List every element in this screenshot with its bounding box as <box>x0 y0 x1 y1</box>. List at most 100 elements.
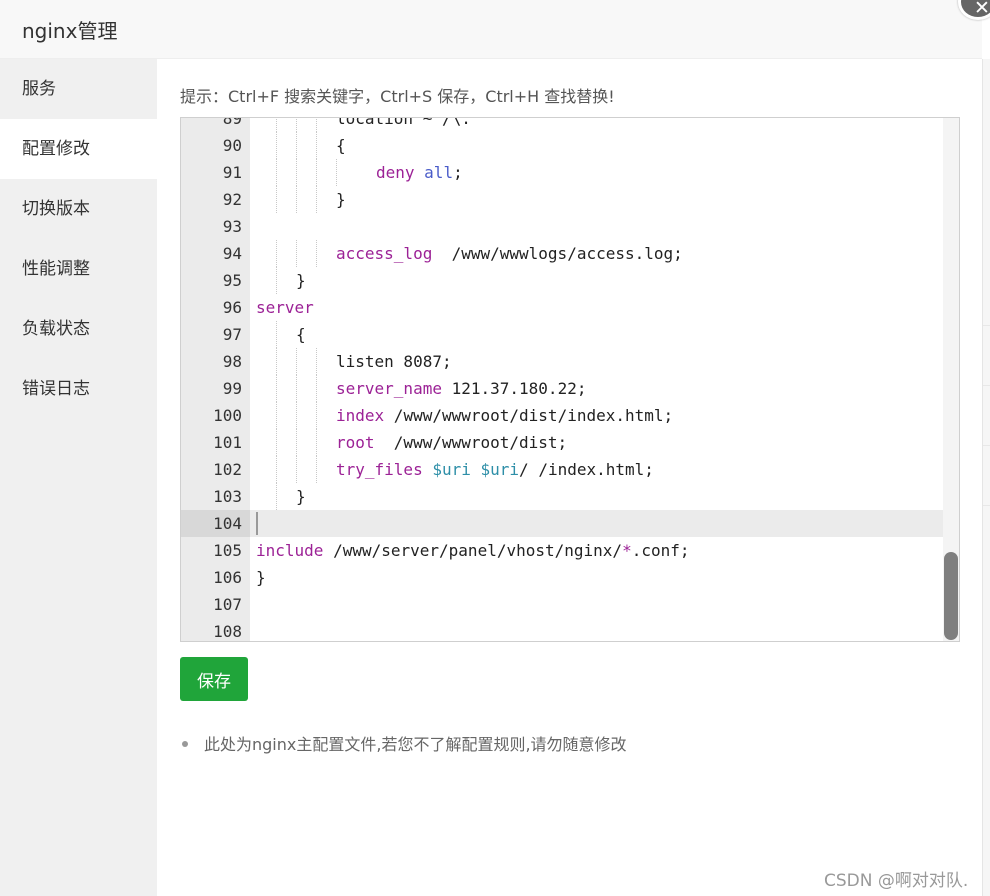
line-number: 107 <box>213 595 242 614</box>
code-line[interactable]: 101 root /www/wwwroot/dist; <box>181 429 959 456</box>
code-line[interactable]: 90 { <box>181 132 959 159</box>
indent-guide <box>316 456 317 483</box>
line-number: 108 <box>213 622 242 641</box>
sidebar: 服务 配置修改 切换版本 性能调整 负载状态 错误日志 <box>0 59 157 896</box>
code-keyword: try_files <box>336 460 423 479</box>
close-icon: ✕ <box>974 0 990 19</box>
indent-guide <box>276 159 277 186</box>
code-line[interactable]: 98 listen 8087; <box>181 348 959 375</box>
code-plain: /www/wwwroot/dist; <box>374 433 568 452</box>
code-plain: } <box>256 568 266 587</box>
sidebar-item-error-log[interactable]: 错误日志 <box>0 359 157 419</box>
divider <box>983 445 990 446</box>
code-line[interactable]: 95} <box>181 267 959 294</box>
code-keyword: access_log <box>336 244 433 263</box>
code-plain: { <box>296 325 306 344</box>
editor-scrollbar[interactable] <box>943 118 959 641</box>
code-line[interactable]: 92} <box>181 186 959 213</box>
indent-guide <box>296 348 297 375</box>
code-keyword: server <box>256 298 314 317</box>
code-line[interactable]: 103} <box>181 483 959 510</box>
indent-guide <box>276 375 277 402</box>
code-line[interactable]: 93 <box>181 213 959 240</box>
line-number: 90 <box>222 136 242 155</box>
code-plain: } <box>296 271 306 290</box>
code-lines: 89 location ~ /\. 90{91 deny all; 92} 93 94 acc… <box>181 117 959 641</box>
indent-guide <box>316 348 317 375</box>
line-number: 93 <box>222 217 242 236</box>
code-keyword: server_name <box>336 379 442 398</box>
line-number: 102 <box>213 460 242 479</box>
line-number: 99 <box>222 379 242 398</box>
code-line[interactable]: 105 include /www/server/panel/vhost/nginx… <box>181 537 959 564</box>
indent-guide <box>296 429 297 456</box>
sidebar-item-switch-version[interactable]: 切换版本 <box>0 179 157 239</box>
code-plain: listen 8087; <box>336 352 452 371</box>
indent-guide <box>276 429 277 456</box>
code-keyword: index <box>336 406 385 425</box>
indent-guide <box>276 321 277 348</box>
code-plain: location ~ /\. <box>336 117 471 128</box>
line-number: 95 <box>222 271 242 290</box>
code-text: { <box>296 321 306 348</box>
bullet-icon <box>182 740 188 747</box>
code-text: } <box>296 483 306 510</box>
indent-guide <box>296 186 297 213</box>
indent-guide <box>296 402 297 429</box>
sidebar-item-load-status[interactable]: 负载状态 <box>0 299 157 359</box>
shortcut-hint: 提示：Ctrl+F 搜索关键字，Ctrl+S 保存，Ctrl+H 查找替换! <box>180 87 615 106</box>
code-plain: 121.37.180.22; <box>441 379 587 398</box>
code-text: server <box>256 294 314 321</box>
indent-guide <box>296 132 297 159</box>
indent-guide <box>276 240 277 267</box>
indent-guide <box>316 132 317 159</box>
code-line[interactable]: 100 index /www/wwwroot/dist/index.html; <box>181 402 959 429</box>
code-value: all <box>424 163 454 182</box>
code-text: access_log /www/wwwlogs/access.log; <box>336 240 683 267</box>
line-number: 94 <box>222 244 242 263</box>
code-line[interactable]: 96 server <box>181 294 959 321</box>
code-line[interactable]: 97 { <box>181 321 959 348</box>
background-page-edge <box>982 59 990 896</box>
indent-guide <box>316 159 317 186</box>
code-line[interactable]: 107 <box>181 591 959 618</box>
code-keyword: root <box>336 433 375 452</box>
code-line[interactable]: 104 <box>181 510 959 537</box>
save-button[interactable]: 保存 <box>180 657 248 701</box>
code-editor[interactable]: 89 location ~ /\. 90{91 deny all; 92} 93 94 acc… <box>180 117 960 642</box>
divider <box>983 505 990 506</box>
line-number: 89 <box>222 117 242 128</box>
indent-guide <box>316 402 317 429</box>
code-line[interactable]: 91 deny all; <box>181 159 959 186</box>
code-wildcard: * <box>622 541 632 560</box>
line-number: 103 <box>213 487 242 506</box>
code-variable: $uri <box>480 460 520 479</box>
code-plain: /www/server/panel/vhost/nginx/ <box>323 541 623 560</box>
indent-guide <box>276 483 277 510</box>
code-line[interactable]: 99 server_name 121.37.180.22; <box>181 375 959 402</box>
line-number: 106 <box>213 568 242 587</box>
scrollbar-thumb[interactable] <box>944 552 958 640</box>
code-line[interactable]: 102 try_files $uri $uri/ /index.html; <box>181 456 959 483</box>
code-line[interactable]: 94 access_log /www/wwwlogs/access.log; <box>181 240 959 267</box>
code-line[interactable]: 89 location ~ /\. <box>181 117 959 132</box>
code-variable: $uri <box>432 460 471 479</box>
code-text: index /www/wwwroot/dist/index.html; <box>336 402 673 429</box>
line-number: 101 <box>213 433 242 452</box>
code-keyword: include <box>256 541 324 560</box>
indent-guide <box>316 186 317 213</box>
sidebar-item-performance[interactable]: 性能调整 <box>0 239 157 299</box>
note-text: 此处为nginx主配置文件,若您不了解配置规则,请勿随意修改 <box>204 735 627 754</box>
code-text: } <box>336 186 346 213</box>
text-cursor <box>256 512 258 535</box>
line-number: 91 <box>222 163 242 182</box>
code-line[interactable]: 108 <box>181 618 959 641</box>
indent-guide <box>316 375 317 402</box>
code-keyword: deny <box>376 163 415 182</box>
sidebar-item-service[interactable]: 服务 <box>0 59 157 119</box>
sidebar-item-config-edit[interactable]: 配置修改 <box>0 119 157 179</box>
indent-guide <box>316 118 317 132</box>
code-line[interactable]: 106} <box>181 564 959 591</box>
config-warning-note: 此处为nginx主配置文件,若您不了解配置规则,请勿随意修改 <box>182 731 627 755</box>
line-number: 96 <box>222 298 242 317</box>
